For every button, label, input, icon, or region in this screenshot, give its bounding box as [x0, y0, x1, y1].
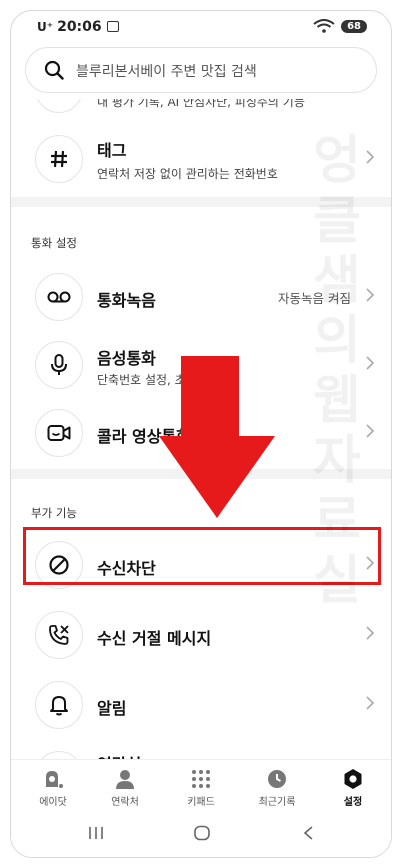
search-placeholder: 블루리본서베이 주변 맛집 검색	[76, 64, 257, 80]
watermark-text: 엉클샘의웹자료실	[313, 131, 361, 611]
adot-icon	[46, 771, 63, 788]
item-title: 수신 거절 메시지	[97, 629, 212, 648]
home-icon[interactable]	[193, 825, 211, 841]
tab-label: 에이닷	[39, 797, 67, 808]
tab-adot[interactable]: 에이닷	[23, 768, 83, 808]
person-icon	[116, 770, 134, 789]
keypad-icon	[192, 770, 210, 788]
tab-recents[interactable]: 최근기록	[247, 768, 307, 808]
tab-contacts[interactable]: 연락처	[95, 768, 155, 808]
item-title: 통화녹음	[97, 291, 156, 310]
item-subtitle: 연락처 저장 없이 관리하는 전화번호	[97, 167, 278, 181]
status-time: 20:06	[57, 19, 102, 35]
bell-icon	[50, 696, 68, 716]
chevron-right-icon	[366, 696, 375, 710]
back-icon[interactable]	[301, 825, 315, 841]
settings-item-reject-message[interactable]: 수신 거절 메시지	[11, 601, 391, 671]
settings-icon	[344, 769, 362, 789]
item-title: 알림	[97, 699, 127, 718]
recent-apps-icon[interactable]	[87, 825, 105, 841]
hash-icon	[51, 150, 67, 168]
battery-indicator: 68	[341, 19, 367, 33]
chevron-right-icon	[366, 626, 375, 640]
system-nav-bar	[11, 811, 391, 857]
arrow-down-annotation	[159, 356, 275, 518]
item-title: 연락처	[97, 751, 141, 759]
tab-settings[interactable]: 설정	[323, 768, 383, 808]
mic-icon	[51, 354, 67, 375]
item-title: 음성통화	[97, 349, 156, 368]
screen-record-icon	[106, 21, 119, 32]
status-bar: U⁺ 20:06 68	[11, 11, 391, 45]
tab-keypad[interactable]: 키패드	[171, 768, 231, 808]
bottom-tab-bar: 에이닷 연락처 키패드 최근기록 설정	[11, 759, 391, 812]
tab-label: 설정	[343, 797, 363, 808]
contact-icon	[35, 751, 83, 759]
phone-frame: U⁺ 20:06 68 블루리본서베이 주변 맛집 검색 내 평가 기록, AI …	[10, 10, 392, 858]
tab-label: 키패드	[187, 797, 215, 808]
partial-row-icon	[35, 99, 83, 113]
wifi-icon	[313, 19, 335, 33]
video-icon	[47, 425, 71, 441]
search-bar[interactable]: 블루리본서베이 주변 맛집 검색	[25, 47, 377, 93]
tab-label: 최근기록	[258, 797, 296, 808]
search-icon	[44, 60, 64, 80]
section-header-call-settings: 통화 설정	[31, 236, 77, 250]
tab-label: 연락처	[111, 797, 139, 808]
voicemail-icon	[47, 291, 71, 303]
list-item-partial[interactable]: 내 평가 기록, AI 안심차단, 피싱주의 기능	[11, 99, 391, 123]
settings-item-contacts[interactable]: 연락처	[11, 741, 391, 759]
partial-row-subtitle: 내 평가 기록, AI 안심차단, 피싱주의 기능	[97, 99, 305, 109]
carrier-label: U⁺	[37, 20, 54, 34]
phone-reject-icon	[49, 625, 69, 645]
clock-icon	[268, 770, 286, 788]
section-header-extra-features: 부가 기능	[31, 506, 77, 520]
settings-item-notifications[interactable]: 알림	[11, 671, 391, 741]
item-title: 태그	[97, 141, 127, 160]
